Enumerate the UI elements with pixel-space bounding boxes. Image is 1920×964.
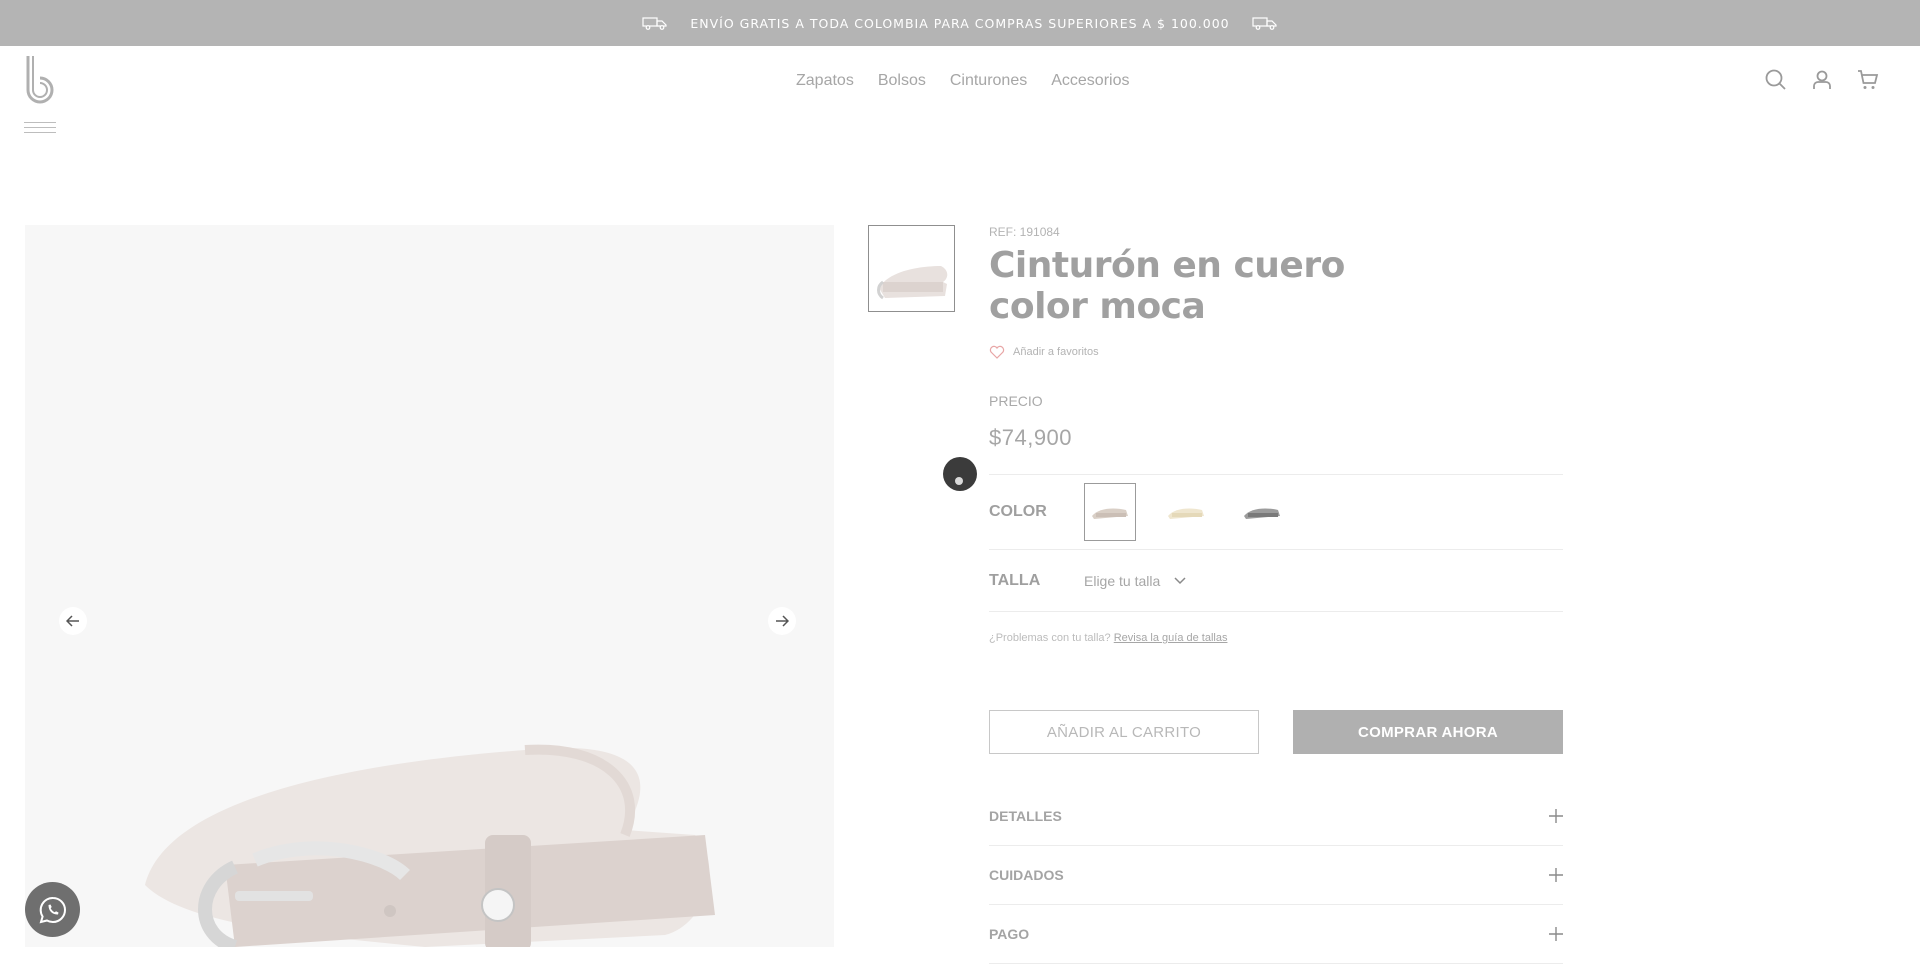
size-help-text: ¿Problemas con tu talla?: [989, 632, 1111, 644]
size-row: TALLA Elige tu talla: [989, 550, 1563, 611]
arrow-right-icon: [776, 615, 789, 627]
product-title: Cinturón en cuero color moca: [989, 245, 1345, 327]
product-image: [145, 744, 715, 947]
announcement-bar: ENVÍO GRATIS A TODA COLOMBIA PARA COMPRA…: [0, 0, 1920, 46]
color-swatch-beige[interactable]: [1160, 483, 1212, 541]
truck-icon: [642, 17, 667, 30]
truck-icon: [1252, 17, 1277, 30]
whatsapp-icon: [39, 896, 66, 923]
main-nav: Zapatos Bolsos Cinturones Accesorios: [796, 72, 1129, 90]
nav-item-zapatos[interactable]: Zapatos: [796, 72, 854, 90]
price-label: PRECIO: [989, 393, 1043, 409]
favorites-label: Añadir a favoritos: [1013, 346, 1099, 358]
gallery-prev-button[interactable]: [59, 607, 87, 635]
gallery-dot-indicator[interactable]: [943, 457, 977, 491]
arrow-left-icon: [66, 615, 79, 627]
accordion-label: PAGO: [989, 926, 1030, 942]
divider: [989, 611, 1563, 612]
plus-icon: [1549, 868, 1563, 882]
add-to-cart-button[interactable]: AÑADIR AL CARRITO: [989, 710, 1259, 754]
whatsapp-button[interactable]: [25, 882, 80, 937]
color-swatch-moca[interactable]: [1084, 483, 1136, 541]
menu-button[interactable]: [24, 122, 56, 134]
thumbnail-image: [877, 266, 948, 300]
size-guide-link[interactable]: Revisa la guía de tallas: [1114, 632, 1228, 644]
cart-icon[interactable]: [1856, 68, 1880, 92]
accordion-detalles[interactable]: DETALLES: [989, 787, 1563, 846]
accordion-cuidados[interactable]: CUIDADOS: [989, 846, 1563, 905]
size-select[interactable]: Elige tu talla: [1084, 573, 1186, 589]
announcement-text: ENVÍO GRATIS A TODA COLOMBIA PARA COMPRA…: [690, 15, 1230, 31]
size-select-value: Elige tu talla: [1084, 572, 1161, 589]
accordion-list: DETALLES CUIDADOS PAGO: [989, 787, 1563, 964]
gallery-next-button[interactable]: [768, 607, 796, 635]
plus-icon: [1549, 809, 1563, 823]
nav-item-cinturones[interactable]: Cinturones: [950, 72, 1027, 90]
purchase-actions: AÑADIR AL CARRITO COMPRAR AHORA: [989, 710, 1563, 754]
buy-now-button[interactable]: COMPRAR AHORA: [1293, 710, 1563, 754]
product-gallery: [25, 225, 834, 947]
nav-item-accesorios[interactable]: Accesorios: [1051, 72, 1129, 90]
search-icon[interactable]: [1764, 68, 1788, 92]
accordion-pago[interactable]: PAGO: [989, 905, 1563, 964]
gallery-thumbnail[interactable]: [868, 225, 955, 312]
color-swatch-gris[interactable]: [1236, 483, 1288, 541]
color-row: COLOR: [989, 475, 1563, 549]
add-to-favorites[interactable]: Añadir a favoritos: [989, 345, 1563, 359]
plus-icon: [1549, 927, 1563, 941]
header-actions: [1764, 68, 1880, 92]
chevron-down-icon: [1174, 576, 1186, 584]
product-info: REF: 191084 Cinturón en cuero color moca…: [989, 225, 1563, 964]
nav-item-bolsos[interactable]: Bolsos: [878, 72, 926, 90]
brand-logo[interactable]: [24, 54, 56, 104]
accordion-label: DETALLES: [989, 808, 1062, 824]
heart-icon: [989, 345, 1005, 359]
size-help: ¿Problemas con tu talla? Revisa la guía …: [989, 632, 1563, 644]
color-label: COLOR: [989, 503, 1047, 520]
product-ref: REF: 191084: [989, 225, 1060, 239]
user-icon[interactable]: [1810, 68, 1834, 92]
size-label: TALLA: [989, 571, 1041, 589]
product-price: $74,900: [989, 425, 1073, 450]
accordion-label: CUIDADOS: [989, 867, 1064, 883]
site-header: Zapatos Bolsos Cinturones Accesorios: [0, 46, 1920, 146]
